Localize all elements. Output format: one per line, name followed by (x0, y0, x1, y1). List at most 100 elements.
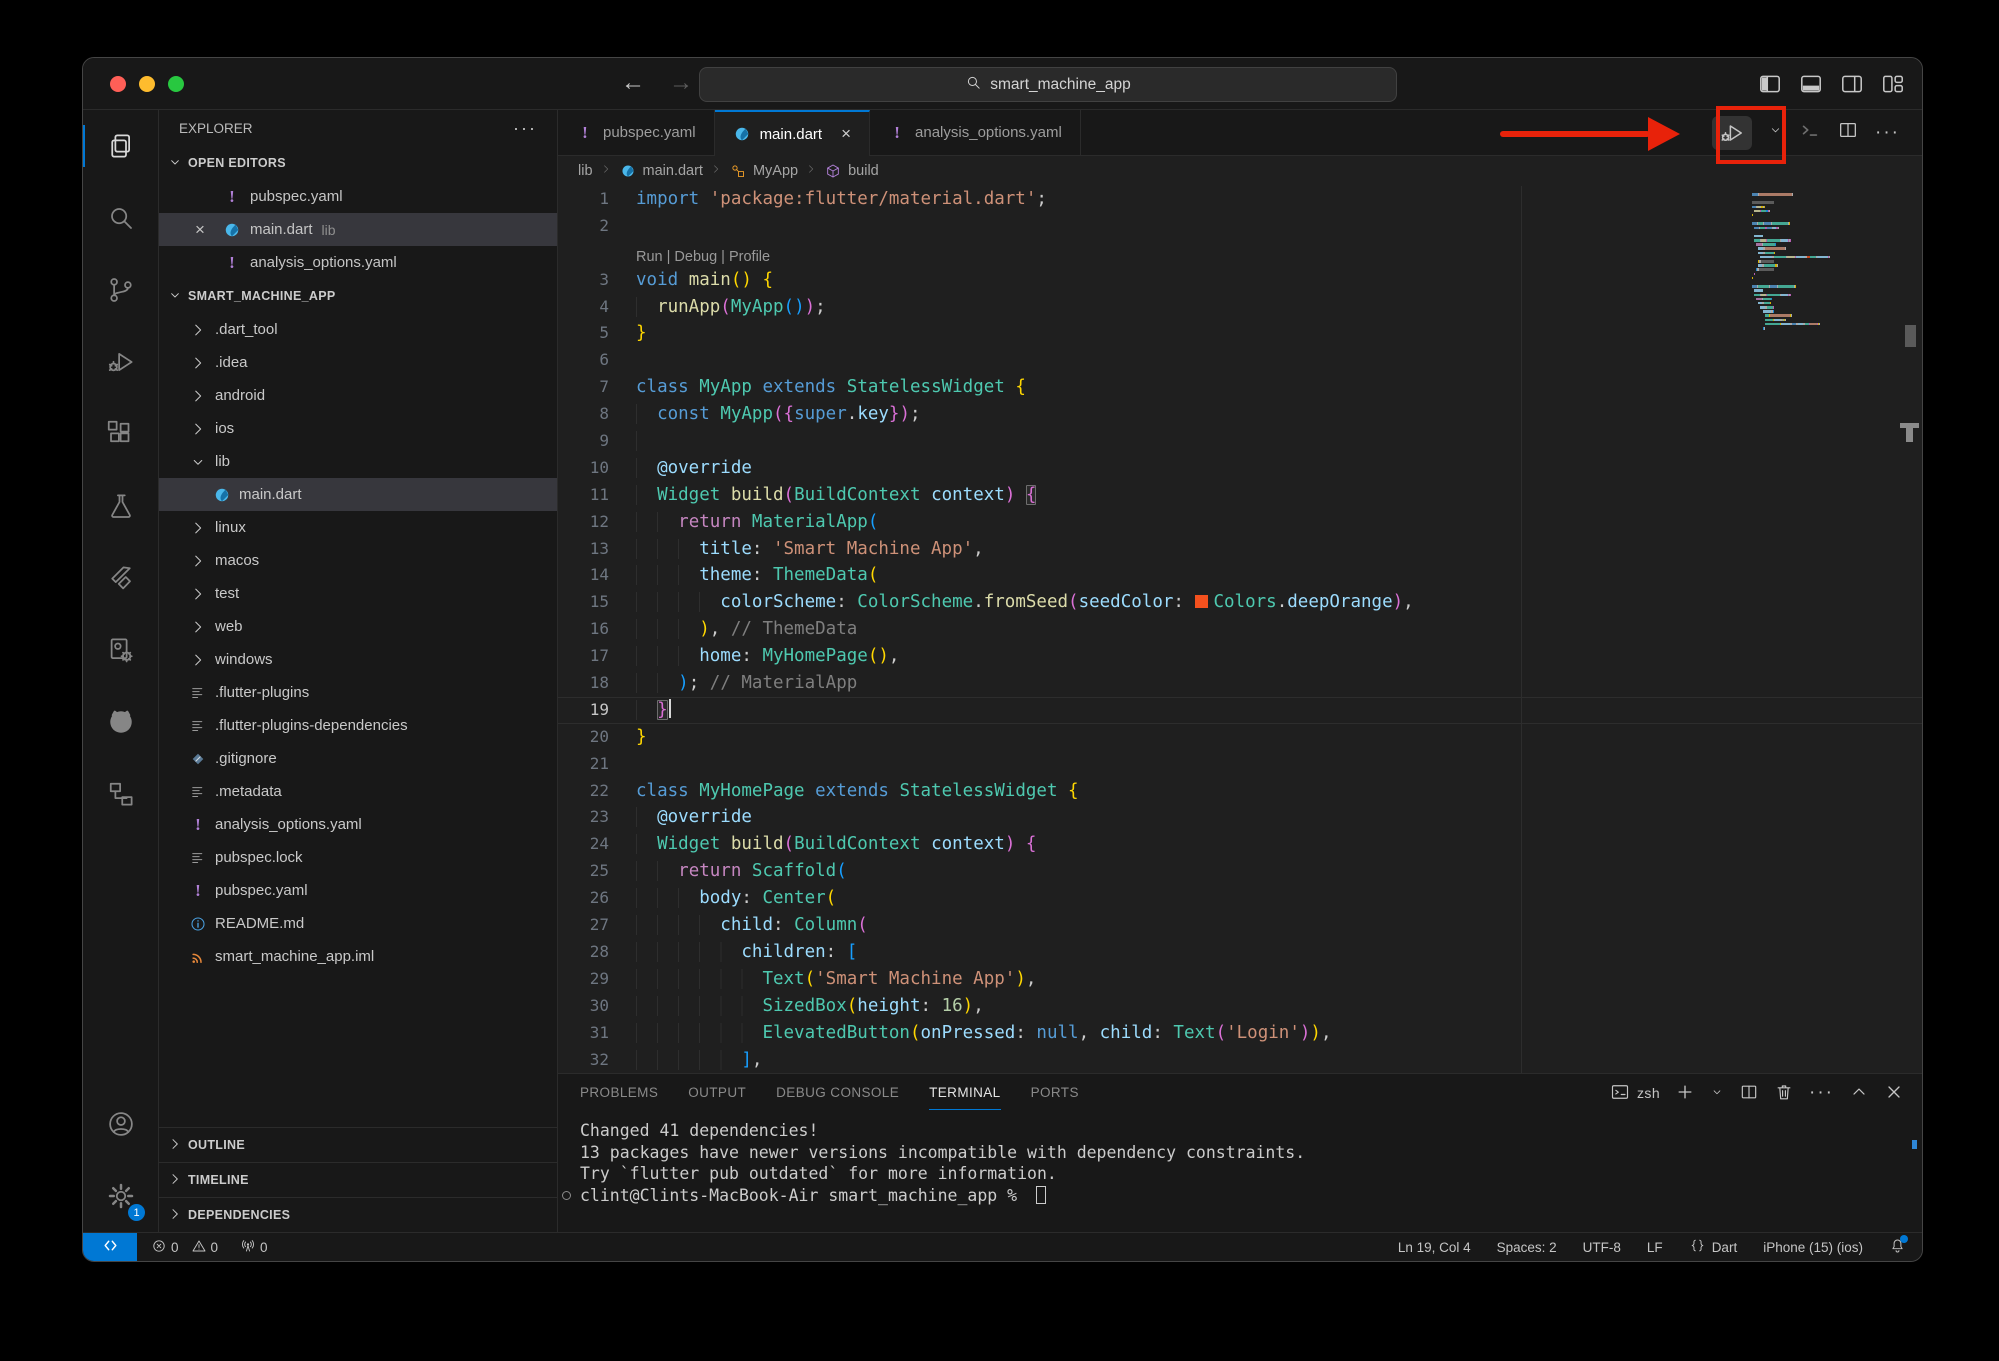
terminal-output[interactable]: Changed 41 dependencies!13 packages have… (558, 1112, 1922, 1206)
tree-item-linux[interactable]: linux (159, 511, 557, 544)
status-label: LF (1647, 1240, 1663, 1255)
tree-item-.dart_tool[interactable]: .dart_tool (159, 313, 557, 346)
close-icon[interactable]: × (841, 124, 851, 144)
breadcrumb-main.dart[interactable]: main.dart (619, 162, 703, 180)
status-lf[interactable]: LF (1647, 1240, 1663, 1255)
activity-source-control[interactable] (83, 254, 158, 326)
command-center-search[interactable]: smart_machine_app (699, 67, 1397, 102)
activity-testing[interactable] (83, 470, 158, 542)
zoom-window-button[interactable] (168, 76, 184, 92)
section-timeline[interactable]: TIMELINE (159, 1162, 557, 1197)
panel-tab-output[interactable]: OUTPUT (688, 1076, 746, 1110)
tree-item-main.dart[interactable]: main.dart (159, 478, 557, 511)
tree-item-web[interactable]: web (159, 610, 557, 643)
breadcrumb-lib[interactable]: lib (578, 163, 593, 179)
open-editor-analysis_options.yaml[interactable]: !analysis_options.yaml (159, 246, 557, 279)
tree-item-pubspec.lock[interactable]: pubspec.lock (159, 841, 557, 874)
tree-item-macos[interactable]: macos (159, 544, 557, 577)
color-swatch-deep-orange[interactable] (1195, 595, 1208, 608)
open-editor-main.dart[interactable]: ×main.dartlib (159, 213, 557, 246)
breadcrumb-build[interactable]: build (824, 162, 879, 180)
dart-file-icon (733, 125, 751, 143)
tab-analysis_options.yaml[interactable]: !analysis_options.yaml (870, 110, 1081, 155)
activity-flutter[interactable] (83, 542, 158, 614)
open-editor-pubspec.yaml[interactable]: !pubspec.yaml (159, 180, 557, 213)
close-panel-icon[interactable] (1884, 1082, 1904, 1105)
toggle-sidebar-right-icon[interactable] (1839, 71, 1865, 102)
open-editors-section-header[interactable]: OPEN EDITORS (159, 146, 557, 180)
toggle-sidebar-left-icon[interactable] (1757, 71, 1783, 102)
status-spaces-2[interactable]: Spaces: 2 (1497, 1240, 1557, 1255)
open-editor-label: pubspec.yaml (250, 188, 343, 205)
section-outline[interactable]: OUTLINE (159, 1127, 557, 1162)
breadcrumb-MyApp[interactable]: MyApp (729, 162, 798, 180)
more-actions-icon[interactable]: ··· (1875, 122, 1900, 144)
info-file-icon (189, 915, 207, 933)
line-content: Widget build(BuildContext context) { (636, 831, 1036, 858)
minimap[interactable] (1744, 186, 1922, 1073)
code-editor[interactable]: 1import 'package:flutter/material.dart';… (558, 186, 1922, 1073)
tab-main.dart[interactable]: main.dart× (715, 110, 870, 156)
terminal-prompt[interactable]: clint@Clints-MacBook-Air smart_machine_a… (580, 1185, 1922, 1207)
status-ln-19-col-4[interactable]: Ln 19, Col 4 (1398, 1240, 1471, 1255)
tree-item-smart_machine_app.iml[interactable]: smart_machine_app.iml (159, 940, 557, 973)
tree-item-ios[interactable]: ios (159, 412, 557, 445)
toggle-panel-icon[interactable] (1798, 71, 1824, 102)
remote-indicator[interactable] (83, 1233, 137, 1261)
tree-item-.metadata[interactable]: .metadata (159, 775, 557, 808)
activity-extensions[interactable] (83, 398, 158, 470)
terminal-dropdown-chevron-icon[interactable] (1710, 1082, 1724, 1105)
code-line-25: 25 return Scaffold( (558, 858, 1922, 885)
activity-search[interactable] (83, 182, 158, 254)
open-terminal-icon[interactable] (1799, 119, 1821, 146)
activity-run-config[interactable] (83, 614, 158, 686)
activity-remote-explorer[interactable] (83, 758, 158, 830)
tree-item-test[interactable]: test (159, 577, 557, 610)
new-terminal-icon[interactable] (1675, 1082, 1695, 1105)
tree-item-.gitignore[interactable]: .gitignore (159, 742, 557, 775)
activity-settings[interactable]: 1 (83, 1160, 158, 1232)
tree-item-label: .dart_tool (215, 321, 278, 338)
explorer-more-actions-icon[interactable]: ··· (513, 118, 537, 139)
tree-item-.flutter-plugins[interactable]: .flutter-plugins (159, 676, 557, 709)
activity-github[interactable] (83, 686, 158, 758)
activity-explorer[interactable] (83, 110, 158, 182)
close-window-button[interactable] (110, 76, 126, 92)
panel-tab-debug-console[interactable]: DEBUG CONSOLE (776, 1076, 899, 1110)
activity-account[interactable] (83, 1088, 158, 1160)
section-dependencies[interactable]: DEPENDENCIES (159, 1197, 557, 1232)
back-icon[interactable]: ← (621, 69, 645, 97)
panel-tab-terminal[interactable]: TERMINAL (929, 1076, 1000, 1110)
split-terminal-icon[interactable] (1739, 1082, 1759, 1105)
kill-terminal-icon[interactable] (1774, 1082, 1794, 1105)
tree-item-pubspec.yaml[interactable]: !pubspec.yaml (159, 874, 557, 907)
tree-item-.flutter-plugins-dependencies[interactable]: .flutter-plugins-dependencies (159, 709, 557, 742)
tree-item-analysis_options.yaml[interactable]: !analysis_options.yaml (159, 808, 557, 841)
codelens-actions[interactable]: Run | Debug | Profile (636, 240, 770, 267)
maximize-panel-icon[interactable] (1849, 1082, 1869, 1105)
tree-item-android[interactable]: android (159, 379, 557, 412)
minimize-window-button[interactable] (139, 76, 155, 92)
tab-pubspec.yaml[interactable]: !pubspec.yaml (558, 110, 715, 155)
problems-status[interactable]: 0 0 0 (137, 1238, 268, 1257)
status-iphone-15-ios-[interactable]: iPhone (15) (ios) (1763, 1240, 1863, 1255)
customize-layout-icon[interactable] (1880, 71, 1906, 102)
status-bell[interactable] (1889, 1237, 1906, 1257)
tree-item-lib[interactable]: lib (159, 445, 557, 478)
tree-item-label: main.dart (239, 486, 302, 503)
more-actions-icon[interactable]: ··· (1809, 1082, 1834, 1104)
shell-selector[interactable]: zsh (1610, 1082, 1660, 1105)
tree-item-.idea[interactable]: .idea (159, 346, 557, 379)
panel-tab-problems[interactable]: PROBLEMS (580, 1076, 658, 1110)
split-editor-icon[interactable] (1837, 119, 1859, 146)
project-section-header[interactable]: SMART_MACHINE_APP (159, 279, 557, 313)
status-dart[interactable]: Dart (1689, 1237, 1738, 1257)
activity-run-debug[interactable] (83, 326, 158, 398)
close-icon[interactable]: × (195, 220, 205, 240)
tree-item-README.md[interactable]: README.md (159, 907, 557, 940)
panel-tab-ports[interactable]: PORTS (1031, 1076, 1079, 1110)
status-utf-8[interactable]: UTF-8 (1583, 1240, 1621, 1255)
forward-icon[interactable]: → (669, 69, 693, 97)
chevron-right-icon (189, 519, 207, 537)
tree-item-windows[interactable]: windows (159, 643, 557, 676)
